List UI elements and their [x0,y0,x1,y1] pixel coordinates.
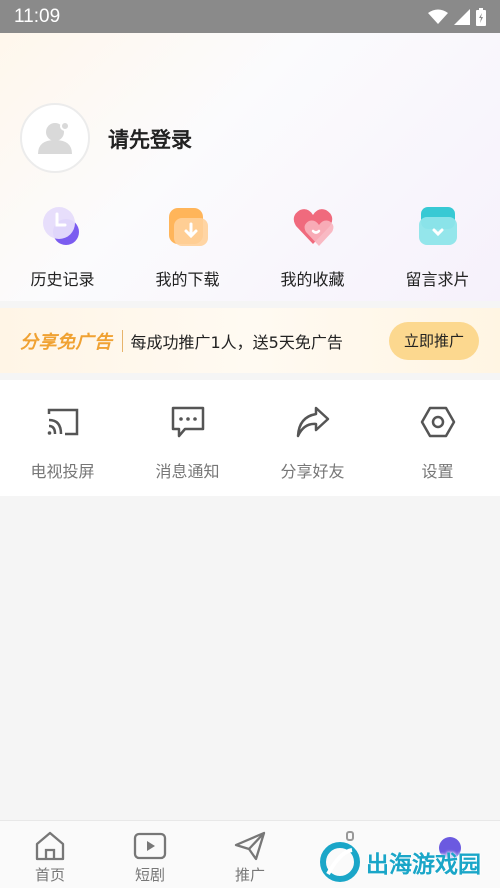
quick-action-history[interactable]: 历史记录 [0,204,125,294]
tool-label: 设置 [421,462,454,481]
status-bar: 11:09 [0,0,500,33]
tab-label: 首页 [34,866,65,884]
quick-action-favorite[interactable]: 我的收藏 [250,204,375,294]
message-icon [168,402,208,442]
tool-settings[interactable]: 设置 [375,380,500,496]
wifi-icon [428,9,448,24]
tab-label: 推广 [234,866,265,884]
tool-messages[interactable]: 消息通知 [125,380,250,496]
send-icon [233,829,267,863]
tool-label: 消息通知 [155,462,220,481]
signal-icon [454,8,470,25]
quick-action-download[interactable]: 我的下载 [125,204,250,294]
tool-label: 电视投屏 [30,462,95,481]
home-icon [33,829,67,863]
tool-label: 分享好友 [280,462,345,481]
quick-action-request[interactable]: 留言求片 [375,204,500,294]
promo-description: 每成功推广1人，送5天免广告 [130,332,343,352]
favorite-heart-icon [290,204,336,250]
tab-label: 短剧 [134,866,165,884]
promote-now-button[interactable]: 立即推广 [389,321,479,360]
status-icons [428,7,486,26]
status-time: 11:09 [14,5,61,27]
tab-short-drama[interactable]: 短剧 [100,821,200,888]
download-icon [165,204,211,250]
quick-action-label: 留言求片 [405,270,470,289]
tool-share[interactable]: 分享好友 [250,380,375,496]
watermark: 出海游戏园 [320,838,500,886]
promo-title: 分享免广告 [20,331,113,353]
tab-home[interactable]: 首页 [0,821,100,888]
tab-promote[interactable]: 推广 [200,821,300,888]
battery-icon [476,7,486,26]
quick-action-label: 我的下载 [155,270,220,289]
cast-icon [43,402,83,442]
play-icon [133,829,167,863]
login-prompt[interactable]: 请先登录 [108,124,192,154]
settings-icon [418,402,458,442]
quick-actions: 历史记录 我的下载 我的收藏 留言求片 [0,204,500,294]
quick-action-label: 我的收藏 [280,270,345,289]
avatar[interactable] [20,103,90,173]
tools-panel: 电视投屏 消息通知 分享好友 设置 [0,380,500,496]
promo-divider [121,329,123,352]
history-icon [40,204,86,250]
quick-action-label: 历史记录 [30,270,95,289]
watermark-logo-icon [320,842,360,882]
tool-cast[interactable]: 电视投屏 [0,380,125,496]
share-icon [293,402,333,442]
message-request-icon [415,204,461,250]
watermark-text: 出海游戏园 [366,852,481,878]
user-avatar-icon [38,121,72,154]
promo-banner: 分享免广告 每成功推广1人，送5天免广告 立即推广 [0,308,500,373]
